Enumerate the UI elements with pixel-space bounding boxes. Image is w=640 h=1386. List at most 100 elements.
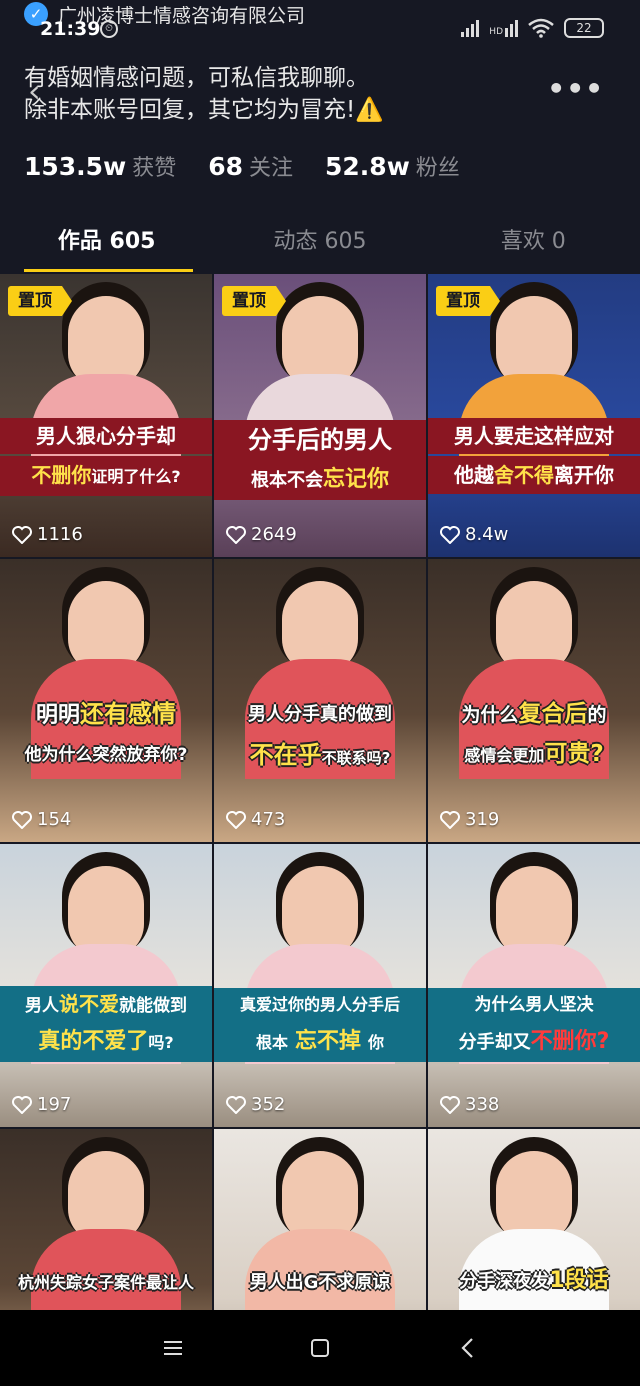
- video-tile[interactable]: 明明还有感情 他为什么突然放弃你? 154: [0, 559, 212, 842]
- pinned-badge: 置顶: [222, 286, 286, 316]
- caption-text: 证明了什么?: [91, 467, 181, 486]
- caption-highlight: 复合后: [518, 701, 588, 727]
- heart-icon: [12, 810, 32, 829]
- caption-text: 不联系吗?: [321, 749, 391, 767]
- heart-icon: [226, 525, 246, 544]
- video-tile[interactable]: 真爱过你的男人分手后 根本 忘不掉 你 352: [214, 844, 426, 1127]
- video-tile[interactable]: 为什么复合后的 感情会更加可贵? 319: [428, 559, 640, 842]
- caption-highlight: 1段话: [549, 1268, 609, 1293]
- caption-line-1: 分手后的男人: [214, 420, 426, 460]
- like-count: 2649: [226, 524, 297, 545]
- back-chevron-icon: [461, 1338, 473, 1358]
- tab-works[interactable]: 作品 605: [0, 212, 213, 272]
- like-count: 8.4w: [440, 524, 508, 545]
- like-count-value: 8.4w: [465, 524, 509, 545]
- caption-text-end: 你: [367, 1033, 384, 1052]
- video-tile[interactable]: 置顶 男人要走这样应对 他越舍不得离开你 8.4w: [428, 274, 640, 557]
- like-count-value: 197: [37, 1094, 72, 1115]
- signal-hd-icon: HD: [489, 19, 518, 37]
- caption-highlight: 忘不掉: [294, 1029, 361, 1054]
- stat-likes-value: 153.5w: [24, 152, 127, 181]
- like-count-value: 2649: [251, 524, 297, 545]
- bio-line-1: 有婚姻情感问题，可私信我聊聊。: [24, 65, 369, 91]
- caption-text: 根本: [256, 1033, 289, 1052]
- caption-highlight: 忘记你: [322, 467, 389, 492]
- stat-likes-label: 获赞: [132, 156, 177, 181]
- stat-following-label: 关注: [249, 156, 294, 181]
- caption-text-end: 就能做到: [119, 996, 187, 1016]
- caption-text-end: 离开你: [554, 463, 614, 487]
- bio-line-2: 除非本账号回复，其它均为冒充!⚠️: [24, 97, 384, 123]
- home-button[interactable]: [300, 1328, 340, 1368]
- like-count-value: 1116: [37, 524, 83, 545]
- stat-followers[interactable]: 52.8w 粉丝: [325, 150, 460, 182]
- status-bar: ✓ 广州凌博士情感咨询有限公司 21:39 ⏲ HD 22: [0, 0, 640, 48]
- wifi-icon: [528, 18, 554, 38]
- like-count: 319: [440, 809, 499, 830]
- heart-icon: [12, 525, 32, 544]
- heart-icon: [226, 810, 246, 829]
- tab-liked[interactable]: 喜欢 0: [427, 212, 640, 272]
- profile-bio: 有婚姻情感问题，可私信我聊聊。 除非本账号回复，其它均为冒充!⚠️: [24, 62, 384, 126]
- like-count-value: 352: [251, 1094, 286, 1115]
- video-tile[interactable]: 男人出G不求原谅: [214, 1129, 426, 1310]
- caption-highlight: 还有感情: [80, 700, 176, 728]
- like-count: 338: [440, 1094, 499, 1115]
- caption-line-1: 为什么男人坚决: [428, 988, 640, 1022]
- hd-label: HD: [489, 27, 503, 37]
- pinned-badge: 置顶: [8, 286, 72, 316]
- video-tile[interactable]: 为什么男人坚决 分手却又不删你? 338: [428, 844, 640, 1127]
- stat-followers-label: 粉丝: [415, 156, 460, 181]
- menu-button[interactable]: [153, 1328, 193, 1368]
- menu-icon: [164, 1341, 183, 1355]
- system-navigation-bar: [0, 1310, 640, 1386]
- caption-highlight: 真的不爱了: [38, 1029, 149, 1054]
- video-tile[interactable]: 置顶 男人狠心分手却 不删你证明了什么? 1116: [0, 274, 212, 557]
- caption-highlight: 可贵?: [544, 741, 604, 767]
- caption-line-1: 男人分手真的做到: [248, 704, 392, 725]
- video-tile[interactable]: 置顶 分手后的男人 根本不会忘记你 2649: [214, 274, 426, 557]
- like-count: 197: [12, 1094, 71, 1115]
- stat-following[interactable]: 68 关注: [208, 150, 293, 182]
- caption-highlight: 不在乎: [249, 741, 322, 769]
- stat-followers-value: 52.8w: [325, 152, 410, 181]
- tab-activity[interactable]: 动态 605: [213, 212, 426, 272]
- caption-text: 男人: [25, 996, 59, 1016]
- heart-icon: [12, 1095, 32, 1114]
- caption-text: 为什么: [461, 704, 519, 726]
- video-tile[interactable]: 男人说不爱就能做到 真的不爱了吗? 197: [0, 844, 212, 1127]
- stat-likes: 153.5w 获赞: [24, 150, 176, 182]
- caption-text: 分手却又: [458, 1032, 531, 1053]
- caption-text: 明明: [35, 703, 80, 728]
- like-count-value: 338: [465, 1094, 500, 1115]
- video-tile[interactable]: 分手深夜发1段话: [428, 1129, 640, 1310]
- home-square-icon: [310, 1339, 329, 1357]
- like-count: 154: [12, 809, 71, 830]
- caption-line-1: 男人狠心分手却: [0, 418, 212, 454]
- pinned-badge: 置顶: [436, 286, 500, 316]
- caption-text: 分手深夜发: [459, 1271, 550, 1292]
- like-count: 352: [226, 1094, 285, 1115]
- caption-line-1: 杭州失踪女子案件最让人: [17, 1273, 194, 1292]
- like-count: 1116: [12, 524, 83, 545]
- video-grid: 置顶 男人狠心分手却 不删你证明了什么? 1116 置顶 分手后的男人 根本不会…: [0, 274, 640, 1310]
- like-count-value: 154: [37, 809, 72, 830]
- caption-highlight: 说不爱: [59, 992, 119, 1016]
- caption-text: 他越: [454, 463, 494, 487]
- caption-text: 感情会更加: [464, 746, 545, 765]
- like-count: 473: [226, 809, 285, 830]
- caption-text: 吗?: [148, 1033, 174, 1052]
- caption-text: 根本不会: [250, 470, 323, 491]
- more-options-icon[interactable]: •••: [547, 72, 604, 105]
- status-indicators: HD 22: [461, 18, 604, 38]
- profile-tabs: 作品 605 动态 605 喜欢 0: [0, 212, 640, 272]
- back-arrow-icon[interactable]: ‹: [28, 72, 41, 110]
- video-tile[interactable]: 男人分手真的做到 不在乎不联系吗? 473: [214, 559, 426, 842]
- caption-line-2: 他为什么突然放弃你?: [24, 745, 188, 765]
- caption-highlight: 不删你: [31, 463, 92, 487]
- video-tile[interactable]: 杭州失踪女子案件最让人: [0, 1129, 212, 1310]
- caption-text-end: 的: [587, 704, 607, 726]
- caption-line-1: 真爱过你的男人分手后: [214, 988, 426, 1022]
- back-button[interactable]: [447, 1328, 487, 1368]
- caption-highlight: 舍不得: [494, 463, 554, 487]
